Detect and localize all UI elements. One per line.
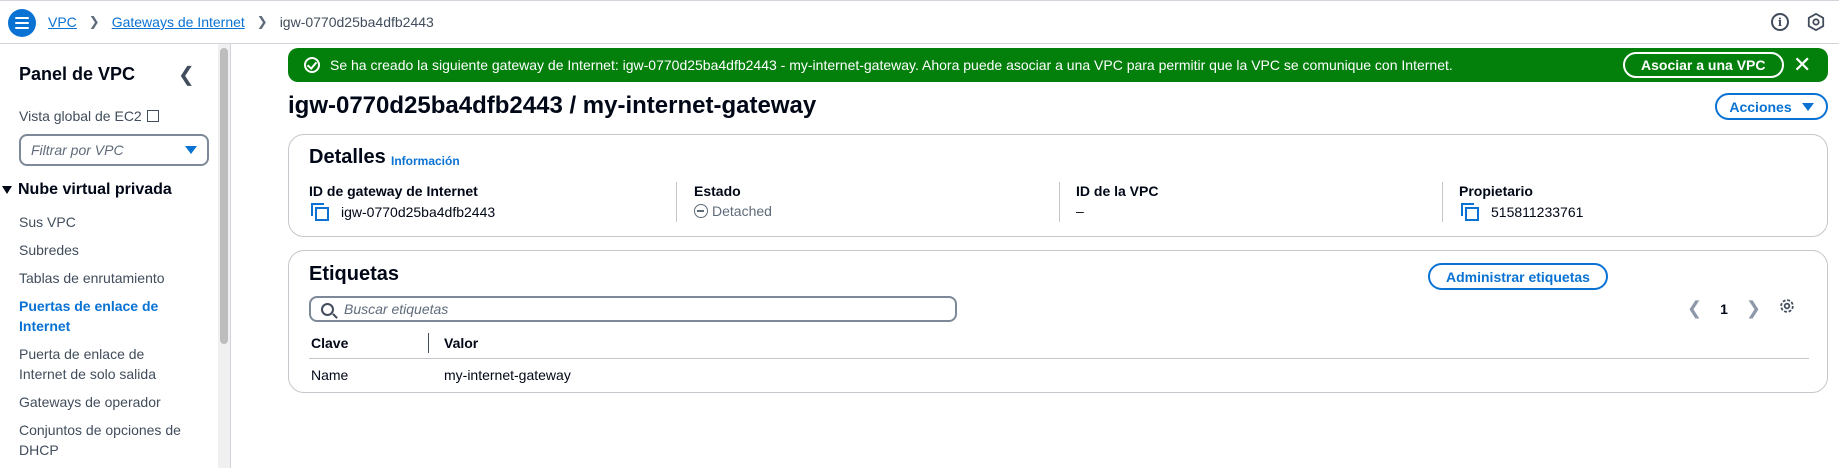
- scrollbar-thumb[interactable]: [220, 48, 228, 344]
- breadcrumb-vpc-link[interactable]: VPC: [48, 14, 77, 30]
- sidebar-item-dhcp-option-sets[interactable]: Conjuntos de opciones de DHCP: [19, 420, 194, 460]
- detail-state: Estado Detached: [694, 183, 772, 219]
- detail-value: 515811233761: [1491, 204, 1584, 220]
- current-page[interactable]: 1: [1720, 301, 1728, 317]
- manage-tags-button[interactable]: Administrar etiquetas: [1428, 263, 1608, 290]
- caret-down-icon: [185, 146, 197, 154]
- breadcrumb: VPC ❯ Gateways de Internet ❯ igw-0770d25…: [48, 14, 434, 30]
- attach-to-vpc-button[interactable]: Asociar a una VPC: [1623, 52, 1784, 78]
- breadcrumb-current: igw-0770d25ba4dfb2443: [279, 14, 434, 30]
- copy-icon[interactable]: [311, 203, 329, 221]
- vpc-filter-select[interactable]: Filtrar por VPC: [19, 134, 209, 166]
- details-heading: Detalles: [309, 146, 386, 168]
- tags-search-input[interactable]: [344, 301, 924, 317]
- detail-label: ID de la VPC: [1076, 183, 1159, 199]
- chevron-right-icon[interactable]: ❯: [1746, 298, 1761, 319]
- hexagon-settings-icon[interactable]: [1807, 13, 1825, 31]
- detail-label: ID de gateway de Internet: [309, 183, 478, 199]
- flash-message: Se ha creado la siguiente gateway de Int…: [330, 57, 1453, 73]
- caret-down-icon: [2, 186, 12, 194]
- chevron-left-icon[interactable]: ❮: [1687, 298, 1702, 319]
- gear-icon[interactable]: [1778, 297, 1796, 315]
- vpc-filter-placeholder: Filtrar por VPC: [31, 142, 124, 158]
- info-link[interactable]: Información: [391, 154, 460, 168]
- detail-label: Estado: [694, 183, 741, 199]
- tags-table-header: Clave Valor: [309, 333, 1809, 359]
- top-navigation-bar: VPC ❯ Gateways de Internet ❯ igw-0770d25…: [0, 0, 1839, 44]
- sidebar-item-egress-only-gateways[interactable]: Puerta de enlace de Internet de solo sal…: [19, 344, 194, 384]
- detail-internet-gateway-id: ID de gateway de Internet igw-0770d25ba4…: [309, 183, 495, 221]
- tags-heading: Etiquetas: [309, 263, 400, 285]
- pagination: ❮ 1 ❯: [1687, 298, 1761, 319]
- breadcrumb-internet-gateways-link[interactable]: Gateways de Internet: [112, 14, 245, 30]
- column-divider: [1442, 182, 1443, 222]
- details-panel: Detalles Información ID de gateway de In…: [288, 134, 1828, 237]
- table-row: Name my-internet-gateway: [309, 365, 1809, 387]
- success-flash: Se ha creado la siguiente gateway de Int…: [288, 48, 1828, 82]
- check-circle-icon: [304, 57, 320, 73]
- hamburger-icon: [15, 17, 29, 29]
- sidebar-item-route-tables[interactable]: Tablas de enrutamiento: [19, 268, 194, 288]
- column-resizer[interactable]: [428, 333, 429, 353]
- sidebar-item-your-vpcs[interactable]: Sus VPC: [19, 212, 194, 232]
- section-virtual-private-cloud[interactable]: Nube virtual privada: [2, 181, 172, 199]
- column-header-key[interactable]: Clave: [311, 335, 348, 351]
- chevron-right-icon: ❯: [88, 14, 100, 29]
- caret-down-icon: [1801, 102, 1814, 111]
- chevron-left-icon[interactable]: ❮: [178, 62, 195, 87]
- ec2-global-view-label: Vista global de EC2: [19, 108, 142, 124]
- column-divider: [676, 182, 677, 222]
- sidebar-title: Panel de VPC: [19, 64, 136, 84]
- tags-panel: Etiquetas Administrar etiquetas ❮ 1 ❯ Cl…: [288, 250, 1828, 393]
- sidebar-item-internet-gateways[interactable]: Puertas de enlace de Internet: [19, 296, 194, 336]
- close-icon[interactable]: ✕: [1793, 51, 1811, 79]
- status-value: Detached: [712, 203, 772, 219]
- chevron-right-icon: ❯: [256, 14, 268, 29]
- detail-label: Propietario: [1459, 183, 1533, 199]
- column-divider: [1059, 182, 1060, 222]
- actions-button[interactable]: Acciones: [1715, 93, 1828, 120]
- actions-label: Acciones: [1729, 98, 1792, 115]
- sidebar-item-subnets[interactable]: Subredes: [19, 240, 194, 260]
- ec2-global-view-link[interactable]: Vista global de EC2: [19, 106, 159, 126]
- top-right-icons: i: [1771, 13, 1825, 31]
- sidebar-item-carrier-gateways[interactable]: Gateways de operador: [19, 392, 194, 412]
- sidebar-scrollbar[interactable]: [218, 44, 230, 468]
- detail-value: –: [1076, 203, 1084, 219]
- copy-icon[interactable]: [1461, 203, 1479, 221]
- detail-owner: Propietario 515811233761: [1459, 183, 1583, 221]
- tag-value: my-internet-gateway: [444, 367, 571, 383]
- column-header-value[interactable]: Valor: [444, 335, 478, 351]
- section-label: Nube virtual privada: [18, 181, 172, 198]
- page-title: igw-0770d25ba4dfb2443 / my-internet-gate…: [288, 92, 817, 119]
- detached-status-icon: [694, 204, 708, 218]
- menu-button[interactable]: [8, 9, 36, 37]
- tag-key: Name: [311, 367, 349, 383]
- detail-vpc-id: ID de la VPC –: [1076, 183, 1158, 219]
- side-navigation: Panel de VPC ❮ Vista global de EC2 Filtr…: [0, 44, 231, 468]
- detail-value: igw-0770d25ba4dfb2443: [341, 204, 496, 220]
- search-icon: [321, 302, 334, 316]
- external-link-icon: [146, 110, 159, 122]
- info-icon[interactable]: i: [1771, 13, 1789, 31]
- tags-search-field[interactable]: [309, 296, 957, 322]
